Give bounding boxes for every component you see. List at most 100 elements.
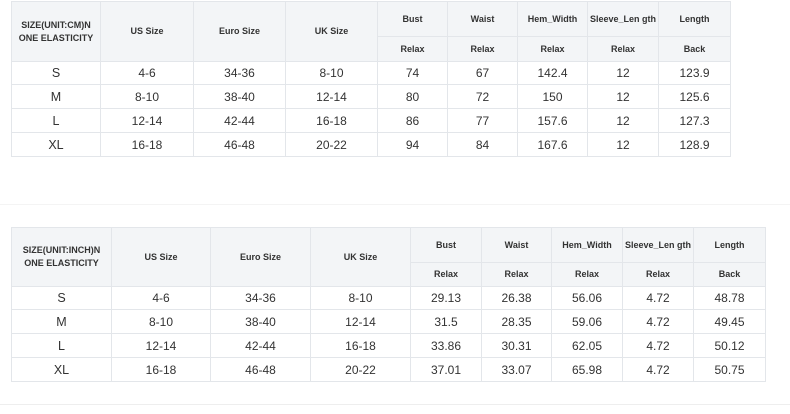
size-cell: S — [11, 286, 112, 310]
section-divider — [0, 204, 790, 205]
hem-width-cell: 150 — [517, 84, 588, 109]
sleeve-length-cell: 4.72 — [622, 286, 694, 310]
header-row: SIZE(UNIT:INCH)N ONE ELASTICITY US Size … — [11, 227, 766, 287]
table-row: S 4-6 34-36 8-10 29.13 26.38 56.06 4.72 … — [11, 286, 766, 310]
header-hem-width: Hem_Width — [551, 227, 623, 263]
us-size-cell: 12-14 — [111, 333, 211, 358]
euro-size-cell: 38-40 — [193, 84, 286, 109]
length-cell: 49.45 — [693, 309, 766, 334]
subheader-sleeve-length: Relax — [587, 36, 659, 62]
bust-cell: 80 — [377, 84, 448, 109]
subheader-sleeve-length: Relax — [622, 262, 694, 287]
header-bust: Bust — [377, 1, 448, 37]
header-waist: Waist — [447, 1, 518, 37]
header-length: Length — [693, 227, 766, 263]
hem-width-cell: 62.05 — [551, 333, 623, 358]
header-euro-size: Euro Size — [193, 1, 286, 62]
size-cell: XL — [11, 132, 101, 157]
header-waist: Waist — [481, 227, 552, 263]
table-row: XL 16-18 46-48 20-22 37.01 33.07 65.98 4… — [11, 357, 766, 382]
waist-cell: 30.31 — [481, 333, 552, 358]
sleeve-length-cell: 12 — [587, 84, 659, 109]
euro-size-cell: 46-48 — [193, 132, 286, 157]
subheader-length: Back — [658, 36, 731, 62]
euro-size-cell: 34-36 — [210, 286, 311, 310]
subheader-hem-width: Relax — [517, 36, 588, 62]
table-row: L 12-14 42-44 16-18 86 77 157.6 12 127.3 — [11, 108, 731, 133]
waist-cell: 84 — [447, 132, 518, 157]
sleeve-length-cell: 12 — [587, 108, 659, 133]
sleeve-length-cell: 4.72 — [622, 357, 694, 382]
sleeve-length-cell: 12 — [587, 61, 659, 85]
subheader-bust: Relax — [377, 36, 448, 62]
table-row: XL 16-18 46-48 20-22 94 84 167.6 12 128.… — [11, 132, 731, 157]
us-size-cell: 16-18 — [100, 132, 194, 157]
sleeve-length-cell: 4.72 — [622, 309, 694, 334]
header-uk-size: UK Size — [310, 227, 411, 287]
us-size-cell: 8-10 — [111, 309, 211, 334]
table-row: L 12-14 42-44 16-18 33.86 30.31 62.05 4.… — [11, 333, 766, 358]
waist-cell: 28.35 — [481, 309, 552, 334]
us-size-cell: 8-10 — [100, 84, 194, 109]
hem-width-cell: 167.6 — [517, 132, 588, 157]
hem-width-cell: 59.06 — [551, 309, 623, 334]
length-cell: 50.75 — [693, 357, 766, 382]
waist-cell: 26.38 — [481, 286, 552, 310]
size-cell: M — [11, 309, 112, 334]
table-row: S 4-6 34-36 8-10 74 67 142.4 12 123.9 — [11, 61, 731, 85]
header-hem-width: Hem_Width — [517, 1, 588, 37]
euro-size-cell: 46-48 — [210, 357, 311, 382]
uk-size-cell: 12-14 — [285, 84, 378, 109]
hem-width-cell: 157.6 — [517, 108, 588, 133]
length-cell: 50.12 — [693, 333, 766, 358]
header-us-size: US Size — [100, 1, 194, 62]
subheader-bust: Relax — [410, 262, 482, 287]
bust-cell: 86 — [377, 108, 448, 133]
size-cell: S — [11, 61, 101, 85]
bust-cell: 31.5 — [410, 309, 482, 334]
sleeve-length-cell: 4.72 — [622, 333, 694, 358]
header-bust: Bust — [410, 227, 482, 263]
size-cell: L — [11, 108, 101, 133]
uk-size-cell: 20-22 — [310, 357, 411, 382]
length-cell: 128.9 — [658, 132, 731, 157]
size-chart-cm-table: SIZE(UNIT:CM)N ONE ELASTICITY US Size Eu… — [11, 1, 731, 157]
header-us-size: US Size — [111, 227, 211, 287]
bust-cell: 74 — [377, 61, 448, 85]
subheader-waist: Relax — [447, 36, 518, 62]
uk-size-cell: 20-22 — [285, 132, 378, 157]
header-sleeve-length: Sleeve_Len gth — [587, 1, 659, 37]
uk-size-cell: 16-18 — [285, 108, 378, 133]
table-row: M 8-10 38-40 12-14 80 72 150 12 125.6 — [11, 84, 731, 109]
uk-size-cell: 8-10 — [310, 286, 411, 310]
length-cell: 127.3 — [658, 108, 731, 133]
size-cell: XL — [11, 357, 112, 382]
bust-cell: 29.13 — [410, 286, 482, 310]
length-cell: 125.6 — [658, 84, 731, 109]
header-euro-size: Euro Size — [210, 227, 311, 287]
header-length: Length — [658, 1, 731, 37]
size-chart-inch-table: SIZE(UNIT:INCH)N ONE ELASTICITY US Size … — [11, 227, 766, 382]
corner-label: SIZE(UNIT:INCH)N ONE ELASTICITY — [11, 227, 112, 287]
size-cell: M — [11, 84, 101, 109]
waist-cell: 33.07 — [481, 357, 552, 382]
header-sleeve-length: Sleeve_Len gth — [622, 227, 694, 263]
bottom-border — [0, 404, 790, 405]
subheader-waist: Relax — [481, 262, 552, 287]
waist-cell: 77 — [447, 108, 518, 133]
bust-cell: 94 — [377, 132, 448, 157]
bust-cell: 37.01 — [410, 357, 482, 382]
bust-cell: 33.86 — [410, 333, 482, 358]
waist-cell: 67 — [447, 61, 518, 85]
euro-size-cell: 34-36 — [193, 61, 286, 85]
waist-cell: 72 — [447, 84, 518, 109]
euro-size-cell: 42-44 — [210, 333, 311, 358]
header-uk-size: UK Size — [285, 1, 378, 62]
euro-size-cell: 42-44 — [193, 108, 286, 133]
hem-width-cell: 142.4 — [517, 61, 588, 85]
corner-label: SIZE(UNIT:CM)N ONE ELASTICITY — [11, 1, 101, 62]
uk-size-cell: 16-18 — [310, 333, 411, 358]
uk-size-cell: 8-10 — [285, 61, 378, 85]
us-size-cell: 4-6 — [111, 286, 211, 310]
subheader-hem-width: Relax — [551, 262, 623, 287]
